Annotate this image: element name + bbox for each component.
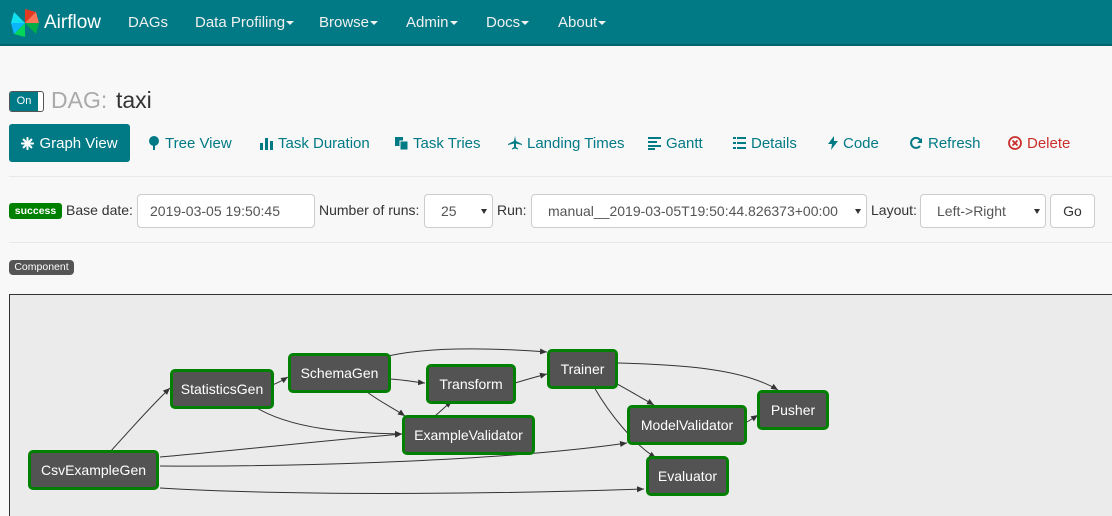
tab-gantt[interactable]: Gantt [648, 124, 703, 162]
edge-csvexamplegen-evaluator [159, 486, 645, 494]
tab-label: Tree View [165, 134, 232, 152]
edge-schemagen-examplevalidator [366, 391, 406, 417]
chevron-down-icon [286, 21, 295, 26]
tab-label: Delete [1027, 134, 1071, 152]
tab-task-duration[interactable]: Task Duration [260, 124, 370, 162]
task-node-pusher[interactable]: Pusher [757, 390, 829, 430]
tab-label: Refresh [928, 134, 981, 152]
nav-browse[interactable]: Browse [319, 14, 379, 31]
caret-down-icon [855, 209, 861, 214]
base-date-input[interactable]: 2019-03-05 19:50:45 [137, 194, 315, 228]
task-node-schemagen[interactable]: SchemaGen [288, 353, 391, 393]
tab-label: Graph View [39, 134, 118, 152]
edge-csvexamplegen-statisticsgen [109, 387, 171, 453]
run-select[interactable]: manual__2019-03-05T19:50:44.826373+00:00 [531, 194, 867, 228]
tab-label: Details [751, 134, 797, 152]
nav-data-profiling-label: Data Profiling [195, 14, 286, 31]
nav-docs-label: Docs [486, 14, 521, 31]
nav-admin-label: Admin [406, 14, 449, 31]
asterisk-icon [21, 136, 35, 150]
edge-statisticsgen-schemagen [271, 376, 289, 386]
chevron-down-icon [449, 21, 458, 26]
tab-graph-view[interactable]: Graph View [9, 124, 130, 162]
flash-icon [828, 136, 838, 150]
gantt-icon [648, 136, 661, 150]
nav-about-label: About [558, 14, 598, 31]
dag-run-state-badge: success [9, 203, 62, 219]
caret-down-icon [1034, 209, 1040, 214]
edge-csvexamplegen-modelvalidator [159, 441, 628, 467]
edge-transform-trainer [514, 372, 548, 384]
tab-code[interactable]: Code [828, 124, 879, 162]
tab-refresh[interactable]: Refresh [909, 124, 981, 162]
layout-value: Left->Right [937, 203, 1006, 219]
go-button[interactable]: Go [1050, 194, 1095, 228]
dag-graph[interactable]: CsvExampleGen StatisticsGen SchemaGen Tr… [9, 294, 1112, 516]
base-date-label: Base date: [66, 202, 133, 218]
nav-data-profiling[interactable]: Data Profiling [195, 14, 295, 31]
nav-docs[interactable]: Docs [486, 14, 530, 31]
chevron-down-icon [598, 21, 607, 26]
edge-trainer-pusher [617, 362, 779, 391]
layout-select[interactable]: Left->Right [920, 194, 1046, 228]
task-node-modelvalidator[interactable]: ModelValidator [627, 405, 747, 445]
tab-tree-view[interactable]: Tree View [148, 124, 232, 162]
refresh-icon [910, 136, 922, 149]
num-runs-value: 25 [441, 203, 457, 219]
tab-task-tries[interactable]: Task Tries [395, 124, 481, 162]
dag-label: DAG: [51, 87, 108, 113]
caret-down-icon [481, 209, 487, 214]
edge-schemagen-trainer [379, 348, 548, 359]
task-node-csvexamplegen[interactable]: CsvExampleGen [28, 450, 159, 490]
brand-name: Airflow [44, 12, 102, 33]
num-runs-label: Number of runs: [319, 202, 420, 218]
navbar: Airflow DAGs Data Profiling Browse Admin… [0, 0, 1112, 46]
airflow-logo-icon [11, 9, 39, 37]
nav-browse-label: Browse [319, 14, 370, 31]
run-label: Run: [497, 202, 527, 218]
tab-label: Gantt [666, 134, 703, 152]
tab-label: Task Duration [278, 134, 370, 152]
chevron-down-icon [521, 21, 530, 26]
tab-details[interactable]: Details [733, 124, 797, 162]
tab-landing-times[interactable]: Landing Times [508, 124, 625, 162]
dag-id: taxi [116, 87, 152, 113]
plane-icon [508, 136, 522, 150]
tab-label: Code [843, 134, 879, 152]
airflow-brand[interactable]: Airflow [10, 6, 101, 40]
nav-admin[interactable]: Admin [406, 14, 458, 31]
tree-icon [149, 136, 159, 150]
remove-circle-icon [1008, 136, 1022, 150]
nav-about[interactable]: About [558, 14, 607, 31]
divider [9, 242, 1112, 243]
num-runs-select[interactable]: 25 [424, 194, 493, 228]
list-icon [733, 137, 746, 149]
duplicate-icon [395, 136, 408, 150]
layout-label: Layout: [871, 202, 917, 218]
nav-dags[interactable]: DAGs [128, 14, 168, 31]
run-value: manual__2019-03-05T19:50:44.826373+00:00 [548, 203, 838, 219]
divider [9, 176, 1112, 177]
task-node-trainer[interactable]: Trainer [547, 349, 618, 389]
edge-csvexamplegen-examplevalidator [159, 431, 403, 458]
task-node-examplevalidator[interactable]: ExampleValidator [402, 415, 535, 455]
tab-label: Task Tries [413, 134, 481, 152]
task-node-statisticsgen[interactable]: StatisticsGen [170, 369, 274, 409]
tab-label: Landing Times [527, 134, 625, 152]
task-node-evaluator[interactable]: Evaluator [646, 456, 729, 496]
edge-statisticsgen-examplevalidator [251, 404, 403, 437]
edge-schemagen-transform [389, 378, 426, 386]
operator-legend-component[interactable]: Component [9, 260, 74, 275]
toggle-on-label: On [10, 92, 38, 111]
dag-pause-toggle[interactable]: On [9, 91, 44, 112]
tab-delete[interactable]: Delete [1008, 124, 1070, 162]
task-node-transform[interactable]: Transform [426, 364, 516, 404]
bar-chart-icon [260, 137, 273, 150]
chevron-down-icon [370, 21, 379, 26]
